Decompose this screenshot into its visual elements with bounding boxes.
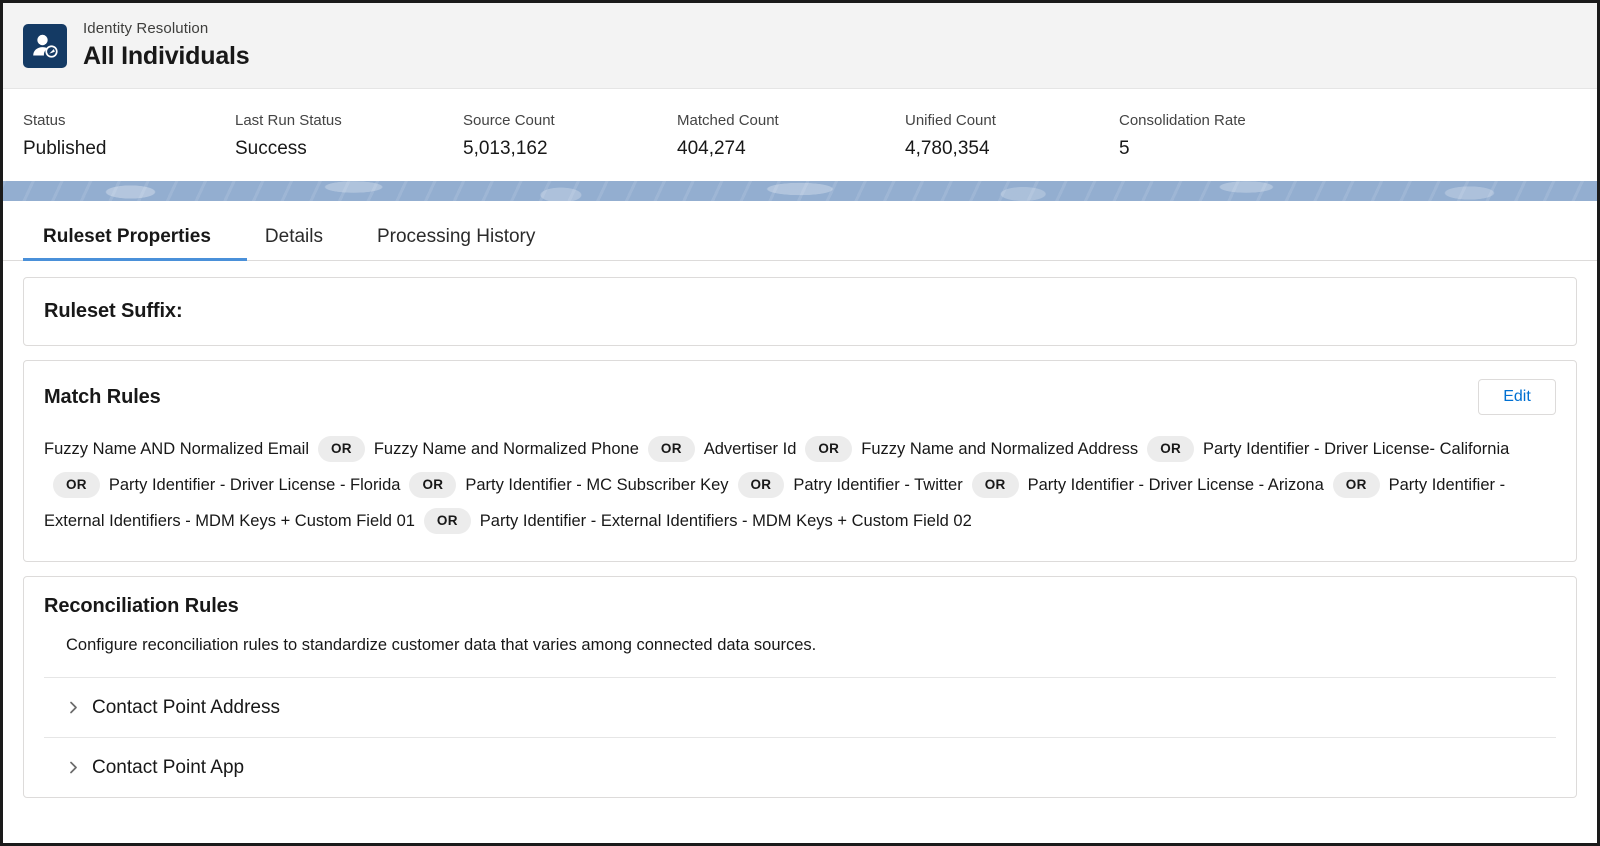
match-rule-item: Party Identifier - External Identifiers … [479,512,972,530]
decorative-band [3,181,1597,201]
match-rules-list: Fuzzy Name AND Normalized Email OR Fuzzy N… [44,431,1556,539]
stat-consolidation-rate: Consolidation Rate 5 [1119,112,1246,159]
or-separator-chip: OR [971,472,1019,498]
chevron-right-icon [66,701,80,715]
match-rule-item: Fuzzy Name AND Normalized Email [44,440,309,458]
page-frame: Identity Resolution All Individuals Stat… [0,0,1600,846]
stat-label: Consolidation Rate [1119,112,1246,129]
stat-label: Last Run Status [235,112,342,129]
or-separator-chip: OR [805,436,853,462]
tab-processing-history[interactable]: Processing History [359,227,571,260]
tab-panel-ruleset-properties: Ruleset Suffix: Match Rules Edit Fuzzy N… [3,261,1597,798]
match-rule-item: Party Identifier - Driver License - Ariz… [1027,476,1324,494]
tab-label: Ruleset Properties [43,226,211,247]
or-separator-chip: OR [647,436,695,462]
stat-matched-count: Matched Count 404,274 [677,112,905,159]
breadcrumb: Identity Resolution [83,20,209,38]
edit-match-rules-button[interactable]: Edit [1478,379,1556,415]
or-separator-chip: OR [423,508,471,534]
ruleset-suffix-card: Ruleset Suffix: [23,277,1577,346]
stat-value: 5,013,162 [463,137,548,159]
or-separator-chip: OR [317,436,365,462]
stat-status: Status Published [23,112,235,159]
stat-label: Source Count [463,112,555,129]
tab-label: Processing History [376,226,536,247]
stat-value: Published [23,137,107,159]
match-rules-title: Match Rules [44,385,161,408]
tab-details[interactable]: Details [247,227,359,260]
stat-label: Unified Count [905,112,996,129]
match-rules-header: Match Rules Edit [44,379,1556,415]
match-rule-item: Advertiser Id [703,440,797,458]
accordion-label: Contact Point App [92,757,245,778]
stat-value: 5 [1119,137,1130,159]
or-separator-chip: OR [409,472,457,498]
stat-value: 404,274 [677,137,746,159]
reconciliation-rules-description: Configure reconciliation rules to standa… [66,636,817,654]
stat-source-count: Source Count 5,013,162 [463,112,677,159]
or-separator-chip: OR [1147,436,1195,462]
match-rule-item: Party Identifier - MC Subscriber Key [465,476,729,494]
match-rule-item: Party Identifier - Driver License- Calif… [1203,440,1510,458]
accordion-label: Contact Point Address [92,697,280,718]
stats-strip: Status Published Last Run Status Success… [3,89,1597,181]
or-separator-chip: OR [737,472,785,498]
match-rule-item: Patry Identifier - Twitter [793,476,963,494]
stat-label: Matched Count [677,112,779,129]
identity-person-badge-icon [23,23,67,68]
tab-ruleset-properties[interactable]: Ruleset Properties [23,226,247,261]
or-separator-chip: OR [1332,472,1380,498]
match-rule-item: Fuzzy Name and Normalized Address [861,440,1139,458]
page-title: All Individuals [83,41,250,70]
header-text: Identity Resolution All Individuals [83,20,250,71]
match-rules-card: Match Rules Edit Fuzzy Name AND Normaliz… [23,360,1577,562]
stat-value: Success [235,137,307,159]
stat-last-run-status: Last Run Status Success [235,112,463,159]
tab-bar: Ruleset Properties Details Processing Hi… [3,201,1597,261]
stat-label: Status [23,112,66,129]
reconciliation-rules-title: Reconciliation Rules [44,595,239,617]
match-rule-item: Fuzzy Name and Normalized Phone [373,440,639,458]
reconciliation-rules-card: Reconciliation Rules Configure reconcili… [23,576,1577,798]
accordion-contact-point-app[interactable]: Contact Point App [44,737,1556,797]
match-rule-item: Party Identifier - Driver License - Flor… [108,476,401,494]
stat-unified-count: Unified Count 4,780,354 [905,112,1119,159]
or-separator-chip: OR [53,472,100,498]
stat-value: 4,780,354 [905,137,990,159]
accordion-contact-point-address[interactable]: Contact Point Address [44,677,1556,737]
ruleset-suffix-title: Ruleset Suffix: [44,300,183,322]
chevron-right-icon [66,761,80,775]
tab-label: Details [264,226,323,247]
page-header: Identity Resolution All Individuals [3,3,1597,89]
